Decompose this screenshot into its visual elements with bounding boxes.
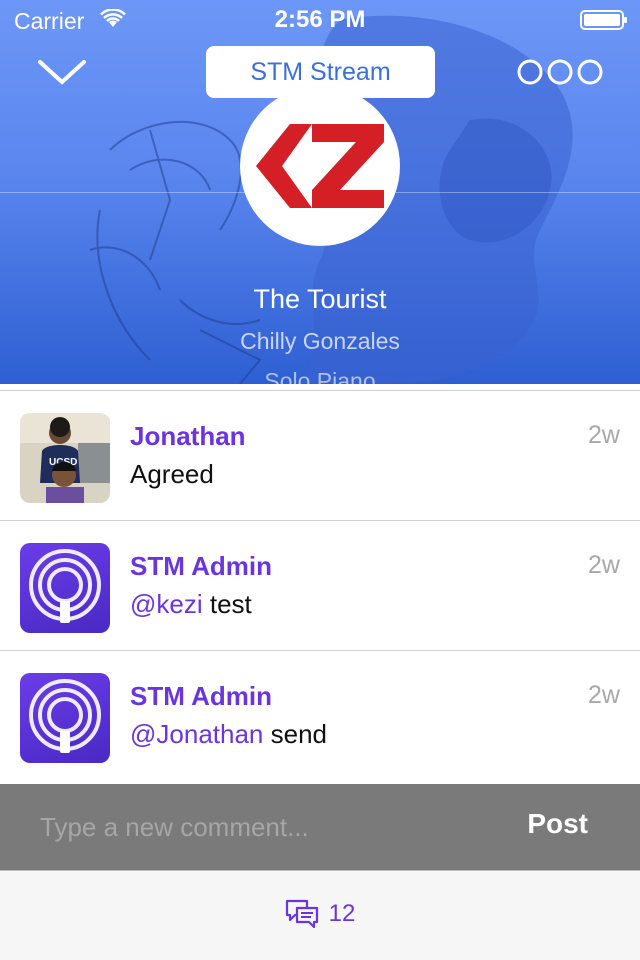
- comment-time: 2w: [588, 421, 620, 449]
- clock: 2:56 PM: [274, 6, 366, 33]
- comment-composer: Post: [0, 784, 640, 870]
- track-header: Carrier 2:56 PM STM Stream The Tourist C…: [0, 0, 640, 384]
- track-title: The Tourist: [253, 284, 387, 314]
- post-button[interactable]: Post: [527, 808, 588, 840]
- more-options-button[interactable]: [514, 56, 606, 88]
- comment-text: Agreed: [130, 459, 214, 489]
- track-album: Solo Piano: [264, 368, 376, 384]
- status-bar: Carrier 2:56 PM: [0, 0, 640, 40]
- more-circles-icon: [517, 59, 603, 85]
- admin-avatar[interactable]: [20, 673, 110, 763]
- comment-author[interactable]: Jonathan: [130, 421, 246, 452]
- stream-title-label: STM Stream: [250, 57, 391, 86]
- broadcast-avatar-icon: [29, 549, 101, 623]
- track-artist: Chilly Gonzales: [240, 328, 400, 354]
- comment-text: @kezi test: [130, 589, 252, 620]
- chevron-down-icon: [38, 60, 86, 85]
- comment-input[interactable]: [20, 802, 480, 852]
- comment-list: UCSD Jonathan Agreed 2w STM Admin @kezi …: [0, 384, 640, 784]
- user-photo: UCSD: [20, 413, 110, 503]
- comment-count-button[interactable]: 12: [0, 899, 640, 929]
- comment-count-label: 12: [328, 900, 356, 927]
- mention-link[interactable]: @kezi: [130, 589, 203, 619]
- admin-avatar[interactable]: [20, 543, 110, 633]
- bottom-bar: 12: [0, 870, 640, 960]
- stream-logo[interactable]: [240, 86, 400, 246]
- comment-row[interactable]: STM Admin @kezi test 2w: [0, 521, 640, 651]
- kz-logo-icon: [256, 124, 384, 208]
- collapse-button[interactable]: [30, 52, 94, 96]
- photo-avatar[interactable]: UCSD: [20, 413, 110, 503]
- mention-link[interactable]: @Jonathan: [130, 719, 263, 749]
- comment-message: test: [202, 589, 252, 619]
- comment-row[interactable]: UCSD Jonathan Agreed 2w: [0, 391, 640, 521]
- broadcast-avatar-icon: [29, 679, 101, 753]
- battery-icon: [580, 10, 627, 30]
- comment-author[interactable]: STM Admin: [130, 551, 272, 582]
- comment-message: send: [263, 719, 327, 749]
- comment-text: @Jonathan send: [130, 719, 327, 750]
- comment-time: 2w: [588, 681, 620, 709]
- comment-author[interactable]: STM Admin: [130, 681, 272, 712]
- comment-row[interactable]: STM Admin @Jonathan send 2w: [0, 651, 640, 781]
- comment-time: 2w: [588, 551, 620, 579]
- comments-icon: [285, 899, 318, 929]
